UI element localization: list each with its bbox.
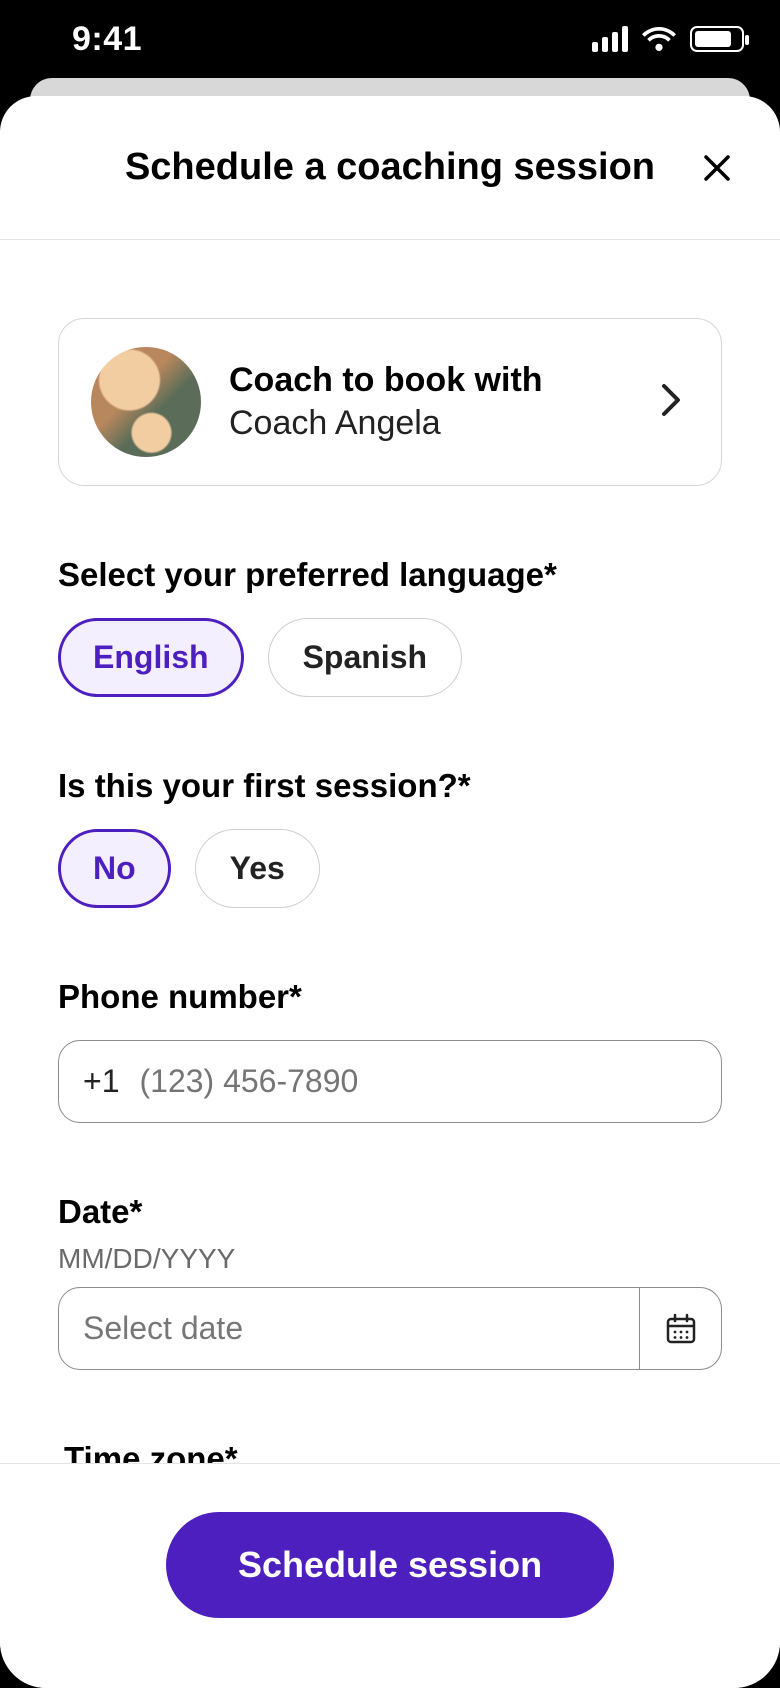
chevron-right-icon [653, 375, 689, 430]
date-input[interactable]: Select date [58, 1287, 640, 1370]
language-option-spanish[interactable]: Spanish [268, 618, 462, 697]
coach-name: Coach Angela [229, 404, 625, 443]
page-title: Schedule a coaching session [125, 146, 655, 189]
language-option-english[interactable]: English [58, 618, 244, 697]
coach-avatar [91, 347, 201, 457]
status-time: 9:41 [72, 20, 142, 59]
cellular-icon [592, 26, 628, 52]
status-indicators [592, 26, 744, 52]
first-session-option-no[interactable]: No [58, 829, 171, 908]
wifi-icon [642, 27, 676, 51]
close-icon [702, 153, 732, 183]
sheet-header: Schedule a coaching session [0, 96, 780, 240]
date-format-hint: MM/DD/YYYY [58, 1243, 722, 1275]
first-session-option-yes[interactable]: Yes [195, 829, 320, 908]
schedule-session-button[interactable]: Schedule session [166, 1512, 614, 1618]
coach-selector-card[interactable]: Coach to book with Coach Angela [58, 318, 722, 486]
phone-prefix: +1 [83, 1063, 119, 1100]
status-bar: 9:41 [0, 0, 780, 78]
date-label: Date* [58, 1193, 722, 1231]
language-label: Select your preferred language* [58, 556, 722, 594]
coach-card-title: Coach to book with [229, 361, 625, 400]
date-picker-button[interactable] [640, 1287, 722, 1370]
phone-label: Phone number* [58, 978, 722, 1016]
first-session-label: Is this your first session?* [58, 767, 722, 805]
calendar-icon [665, 1313, 697, 1345]
battery-icon [690, 26, 744, 52]
close-button[interactable] [694, 145, 740, 191]
modal-sheet: Schedule a coaching session Coach to boo… [0, 96, 780, 1688]
phone-input[interactable] [139, 1063, 697, 1100]
phone-input-wrapper[interactable]: +1 [58, 1040, 722, 1123]
footer: Schedule session [0, 1463, 780, 1688]
